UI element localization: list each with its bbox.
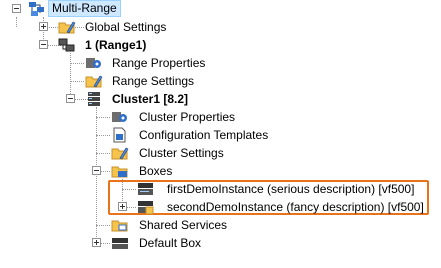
tree-node-global-settings[interactable]: Global Settings — [58, 18, 178, 36]
properties-gear-icon — [85, 55, 103, 71]
tree-node-shared-services[interactable]: Shared Services — [111, 216, 241, 234]
tree-node-label: Cluster Settings — [139, 146, 224, 160]
tree-node-label: Global Settings — [85, 20, 167, 34]
tree-connector — [16, 17, 17, 27]
tree-node-label: Default Box — [139, 236, 202, 250]
expand-toggle-default-box[interactable] — [92, 238, 101, 247]
properties-gear-icon — [111, 109, 129, 125]
settings-folder-icon — [58, 19, 76, 35]
tree-node-first-demo-instance[interactable]: firstDemoInstance (serious description) … — [137, 180, 427, 198]
tree-node-multi-range[interactable]: Multi-Range — [28, 0, 138, 18]
tree-node-label: Shared Services — [139, 218, 228, 232]
expand-toggle-global-settings[interactable] — [39, 22, 48, 31]
tree-node-cluster-settings[interactable]: Cluster Settings — [111, 144, 241, 162]
range-icon — [58, 37, 76, 53]
tree-connector — [70, 81, 84, 82]
collapse-toggle-cluster1[interactable] — [66, 94, 75, 103]
boxes-folder-icon — [111, 163, 129, 179]
tree-connector — [70, 53, 71, 100]
tree-node-range-properties[interactable]: Range Properties — [85, 54, 215, 72]
tree-connector — [70, 63, 84, 64]
settings-folder-icon — [85, 73, 103, 89]
tree-connector — [96, 135, 110, 136]
collapse-toggle-range1[interactable] — [39, 40, 48, 49]
tree-node-boxes[interactable]: Boxes — [111, 162, 191, 180]
tree-node-label: 1 (Range1) — [85, 38, 147, 52]
multi-range-icon — [28, 1, 46, 17]
tree-node-label: Boxes — [139, 164, 173, 178]
tree-node-configuration-templates[interactable]: Configuration Templates — [111, 126, 281, 144]
box-instance-icon — [137, 181, 155, 197]
tree-connector — [100, 171, 110, 172]
template-document-icon — [111, 127, 129, 143]
collapse-toggle-root[interactable] — [12, 4, 21, 13]
tree-node-label: Configuration Templates — [139, 128, 269, 142]
box-instance-locked-icon — [137, 199, 155, 215]
tree-connector — [96, 117, 110, 118]
tree-node-label: firstDemoInstance (serious description) … — [167, 182, 415, 196]
tree-connector — [96, 107, 97, 243]
tree-connector — [96, 153, 110, 154]
tree-node-default-box[interactable]: Default Box — [111, 234, 221, 252]
tree-connector — [100, 243, 110, 244]
shared-services-folder-icon — [111, 217, 129, 233]
tree-connector — [96, 225, 110, 226]
tree-node-label: Range Settings — [112, 74, 195, 88]
tree-node-range-settings[interactable]: Range Settings — [85, 72, 215, 90]
tree-node-label: Range Properties — [112, 56, 206, 70]
tree-node-label: Multi-Range — [48, 0, 121, 17]
tree-node-label: secondDemoInstance (fancy description) [… — [167, 200, 424, 214]
default-box-icon — [111, 235, 129, 251]
cluster-icon — [85, 91, 103, 107]
collapse-toggle-boxes[interactable] — [92, 166, 101, 175]
settings-folder-icon — [111, 145, 129, 161]
tree-node-cluster-properties[interactable]: Cluster Properties — [111, 108, 241, 126]
tree-node-label: Cluster Properties — [139, 110, 236, 124]
tree-node-second-demo-instance[interactable]: secondDemoInstance (fancy description) [… — [137, 198, 427, 216]
tree-node-label: Cluster1 [8.2] — [112, 92, 189, 106]
tree-node-range1[interactable]: 1 (Range1) — [58, 36, 168, 54]
tree-node-cluster1[interactable]: Cluster1 [8.2] — [85, 90, 215, 108]
navigation-tree: Multi-Range Global Settings 1 (Range1) R… — [0, 0, 441, 268]
